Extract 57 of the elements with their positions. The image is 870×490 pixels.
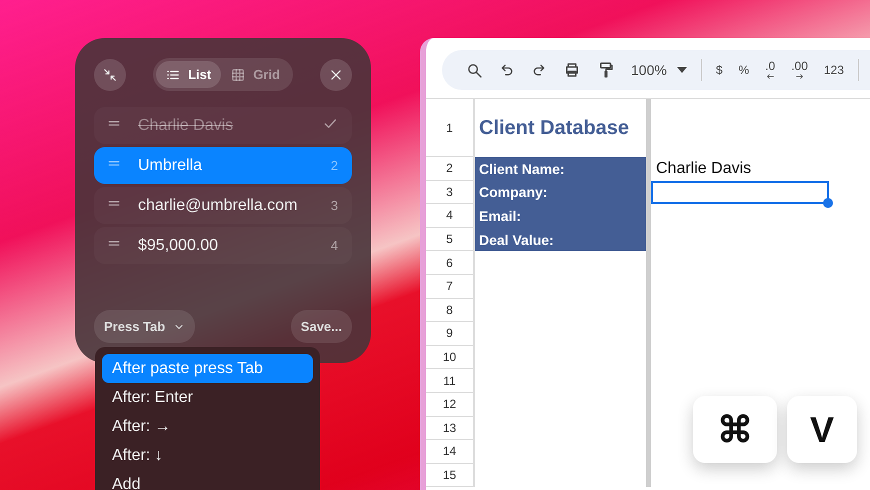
item-number: 4 [330,238,338,253]
label-cell: Email: [475,204,646,228]
close-icon [328,68,343,82]
search-icon [466,62,483,78]
menu-item[interactable]: After paste press Tab [102,354,313,384]
row-number: 13 [426,416,475,440]
label-cell: Company: [475,180,646,204]
keyboard-key: ⌘ [693,396,777,463]
format-button[interactable]: 123 [816,56,852,84]
clip-item[interactable]: $95,000.00 4 [94,227,352,264]
fill-handle[interactable] [823,198,833,208]
clip-item[interactable]: Umbrella 2 [94,147,352,184]
format-button[interactable]: $ [708,56,730,84]
collapse-arrows-icon [103,68,117,82]
row-number: 1 [426,99,475,157]
row-number: 8 [426,298,475,322]
item-number: 3 [330,198,338,213]
menu-item[interactable]: After: ↓ [102,442,313,471]
row-number: 6 [426,251,475,275]
redo-icon [531,62,547,78]
menu-item[interactable]: After: Enter [102,383,313,412]
item-text: charlie@umbrella.com [138,196,298,214]
item-text: Charlie Davis [138,116,234,134]
close-button[interactable] [320,58,352,90]
row-number: 9 [426,322,475,346]
mode-dropdown[interactable]: Press Tab [94,310,196,343]
paint-roller-icon [597,61,615,79]
zoom-dropdown[interactable]: 100% [623,56,695,84]
caret-down-icon [676,67,687,73]
item-text: $95,000.00 [138,236,220,254]
row-number: 10 [426,346,475,370]
grid-icon [231,68,246,82]
item-number: 2 [330,158,338,173]
format-button[interactable]: .00 [783,56,816,84]
row-number: 7 [426,274,475,299]
table-cell-text: Charlie Davis [655,158,752,179]
right-arrow-icon [795,72,804,80]
clip-item[interactable]: charlie@umbrella.com 3 [94,187,352,224]
menu-item[interactable]: Add [102,470,313,490]
collapse-button[interactable] [94,58,126,90]
row-number: 11 [426,369,475,393]
left-arrow-icon [766,72,775,80]
format-button[interactable]: .0 [757,56,784,84]
row-number: 14 [426,440,475,464]
row-number: 15 [426,464,475,488]
item-text: Umbrella [138,156,204,174]
undo-icon [499,62,515,78]
label-cell: Deal Value: [475,228,646,252]
keyboard-key: V [787,396,857,463]
save-button[interactable]: Save... [290,310,352,343]
menu-item[interactable]: After: → [102,412,313,442]
view-tab[interactable]: List [156,61,222,88]
format-button[interactable]: % [730,56,758,84]
label-cell: Client Name: [475,157,646,181]
sheet-title-cell-text: Client Database [478,116,630,140]
row-number: 12 [426,392,475,417]
printer-icon [563,61,581,79]
